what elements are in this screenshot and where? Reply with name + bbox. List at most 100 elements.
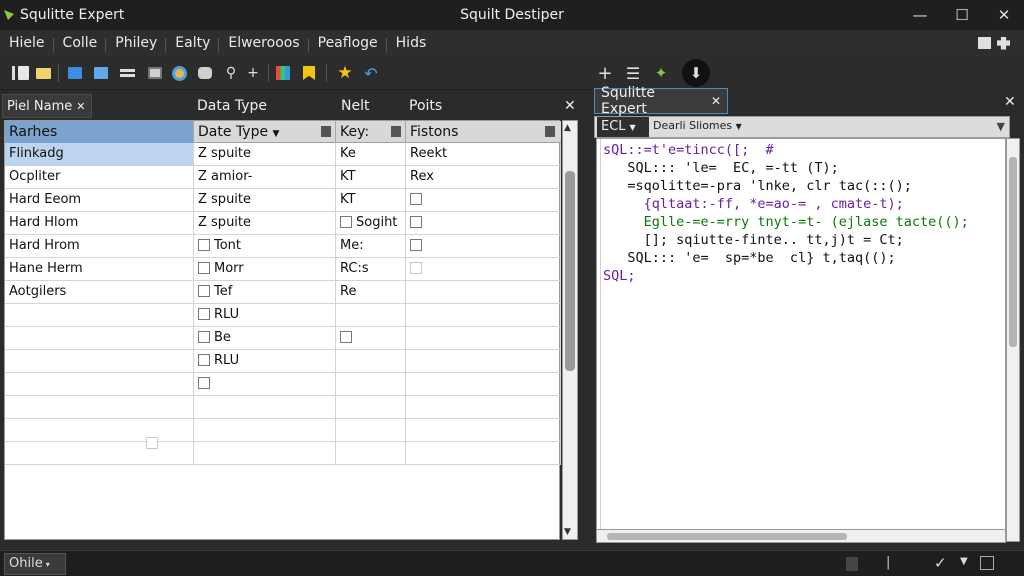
table-row[interactable]: Hard Eeom Z spuite KT <box>5 189 561 212</box>
status-dropdown[interactable]: Ohile ▾ <box>4 553 66 575</box>
checkbox[interactable] <box>340 330 352 343</box>
grid-cell-type[interactable] <box>194 396 336 419</box>
grid-vertical-scrollbar[interactable]: ▲ ▼ <box>562 120 578 540</box>
grid-cell-type[interactable]: Tont <box>194 235 336 258</box>
scroll-up-icon[interactable]: ▲ <box>564 123 571 133</box>
scroll-down-icon[interactable]: ▼ <box>564 527 571 537</box>
table-row[interactable]: Flinkadg Z spuite Ke Reekt <box>5 143 561 166</box>
column-header-type[interactable]: Date Type ▼ <box>194 121 336 143</box>
plus-icon[interactable]: + <box>596 63 614 84</box>
grid-cell-key[interactable] <box>336 350 406 373</box>
schema-dropdown[interactable]: Dearli Sliomes ▼ <box>653 119 742 132</box>
menu-file[interactable]: Hiele <box>0 35 54 52</box>
grid-cell-pos[interactable] <box>406 396 561 419</box>
grid-cell-name[interactable]: Aotgilers <box>5 281 194 304</box>
grid-cell-pos[interactable] <box>406 235 561 258</box>
column-header-key[interactable]: Key: <box>336 121 406 143</box>
editor-hscroll-thumb[interactable] <box>607 533 847 540</box>
menu-preferences[interactable]: Peafloge <box>309 35 387 52</box>
grid-cell-type[interactable] <box>194 373 336 396</box>
grid-cell-key[interactable]: KT <box>336 166 406 189</box>
database-icon[interactable] <box>66 64 84 82</box>
grid-cell-name[interactable] <box>5 419 194 442</box>
grid-cell-key[interactable]: Sogiht <box>336 212 406 235</box>
grid-cell-key[interactable] <box>336 373 406 396</box>
table-row[interactable] <box>5 419 561 442</box>
menu-code[interactable]: Colle <box>54 35 107 52</box>
star-icon[interactable]: ★ <box>336 63 354 83</box>
column-header-name[interactable]: Rarhes <box>5 121 194 143</box>
grid-cell-name[interactable]: Ocpliter <box>5 166 194 189</box>
grid-cell-key[interactable]: KT <box>336 189 406 212</box>
grid-cell-type[interactable]: RLU <box>194 350 336 373</box>
grid-cell-pos[interactable] <box>406 419 561 442</box>
checkbox[interactable] <box>198 307 210 320</box>
panel-toggle-icon[interactable] <box>980 556 994 570</box>
table-row[interactable]: Be <box>5 327 561 350</box>
editor-scroll-thumb[interactable] <box>1009 157 1017 347</box>
table-row[interactable]: RLU <box>5 350 561 373</box>
menu-display[interactable]: Philey <box>106 35 167 52</box>
grid-cell-name[interactable]: Hard Eeom <box>5 189 194 212</box>
checkbox[interactable] <box>198 376 210 389</box>
column-menu-icon[interactable] <box>391 126 401 137</box>
grid-cell-type[interactable]: Tef <box>194 281 336 304</box>
grid-cell-pos[interactable] <box>406 327 561 350</box>
new-file-icon[interactable] <box>14 64 32 82</box>
grid-cell-type[interactable]: Be <box>194 327 336 350</box>
download-icon[interactable]: ⬇ <box>682 59 710 87</box>
grid-cell-type[interactable] <box>194 419 336 442</box>
menu-help[interactable]: Hids <box>387 35 436 51</box>
pin-icon[interactable]: ✕ <box>76 100 85 113</box>
tab-field-name[interactable]: Piel Name ✕ <box>2 94 92 118</box>
grid-cell-pos[interactable] <box>406 350 561 373</box>
check-icon[interactable]: ✓ <box>934 554 947 572</box>
add-icon[interactable]: + <box>244 64 262 82</box>
palette-icon[interactable] <box>170 64 188 82</box>
checkbox[interactable] <box>340 215 352 228</box>
grid-cell-name[interactable]: Hard Hrom <box>5 235 194 258</box>
checkbox[interactable] <box>410 261 422 274</box>
grid-cell-type[interactable]: RLU <box>194 304 336 327</box>
grid-cell-type[interactable]: Z amior- <box>194 166 336 189</box>
checkbox[interactable] <box>198 330 210 343</box>
scroll-thumb[interactable] <box>565 171 575 371</box>
tab-sql-editor[interactable]: Squlitte Expert ✕ <box>594 85 728 117</box>
column-header-positions[interactable]: Fistons <box>406 121 561 143</box>
image-icon[interactable] <box>146 64 164 82</box>
grid-cell-key[interactable] <box>336 327 406 350</box>
grid-cell-type[interactable]: Z spuite <box>194 189 336 212</box>
bookmark-icon[interactable] <box>300 64 318 82</box>
open-folder-icon[interactable] <box>34 64 52 82</box>
editor-vertical-scrollbar[interactable] <box>1006 138 1020 542</box>
table-row[interactable]: Aotgilers Tef Re <box>5 281 561 304</box>
grid-cell-type[interactable]: Z spuite <box>194 212 336 235</box>
grid-cell-pos[interactable] <box>406 258 561 281</box>
grid-cell-pos[interactable]: Reekt <box>406 143 561 166</box>
sql-code-editor[interactable]: sQL::=t'e=tincc([; # SQL::: 'le= EC, =-t… <box>596 138 1006 530</box>
close-panel-icon[interactable]: ✕ <box>564 98 576 114</box>
table-row[interactable]: Ocpliter Z amior- KT Rex <box>5 166 561 189</box>
layout-icon[interactable] <box>978 37 991 49</box>
table-row[interactable]: Hard Hrom Tont Me: <box>5 235 561 258</box>
maximize-button[interactable]: ☐ <box>942 0 982 30</box>
checkbox[interactable] <box>410 192 422 205</box>
table-row[interactable]: Hane Herm Morr RC:s <box>5 258 561 281</box>
chart-icon[interactable] <box>274 64 292 82</box>
column-menu-icon[interactable] <box>321 126 331 137</box>
table-row[interactable] <box>5 442 561 465</box>
table-row[interactable]: RLU <box>5 304 561 327</box>
puzzle-icon[interactable] <box>997 36 1010 50</box>
grid-cell-type[interactable]: Morr <box>194 258 336 281</box>
grid-cell-type[interactable]: Z spuite <box>194 143 336 166</box>
grid-cell-key[interactable]: Me: <box>336 235 406 258</box>
grid-cell-name[interactable]: Hane Herm <box>5 258 194 281</box>
grid-cell-key[interactable] <box>336 419 406 442</box>
sort-down-icon[interactable]: ▼ <box>273 129 280 139</box>
grid-cell-name[interactable] <box>5 350 194 373</box>
checkbox[interactable] <box>410 238 422 251</box>
grid-cell-key[interactable]: RC:s <box>336 258 406 281</box>
grid-cell-pos[interactable] <box>406 189 561 212</box>
grid-cell-name[interactable]: Flinkadg <box>5 143 194 166</box>
checkbox[interactable] <box>198 353 210 366</box>
